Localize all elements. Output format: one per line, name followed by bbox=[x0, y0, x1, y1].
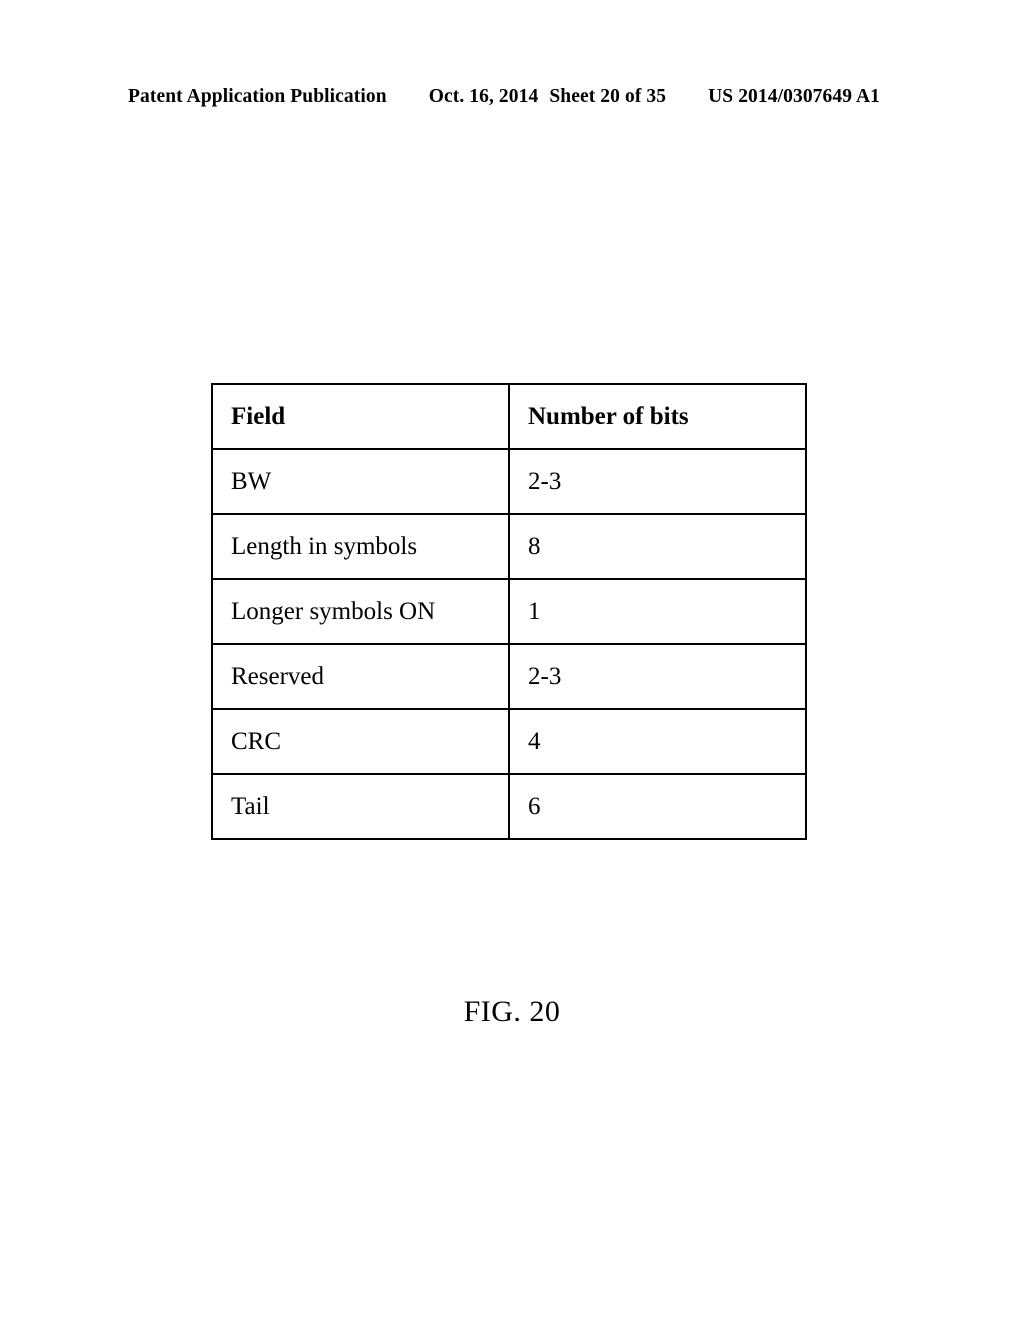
table-row: CRC 4 bbox=[211, 708, 807, 775]
cell-bits: 2-3 bbox=[508, 643, 807, 710]
publication-label: Patent Application Publication bbox=[128, 86, 387, 107]
cell-field: BW bbox=[211, 448, 510, 515]
table-row: Tail 6 bbox=[211, 773, 807, 840]
column-header-field: Field bbox=[211, 383, 510, 450]
field-bits-table: Field Number of bits BW 2-3 Length in sy… bbox=[211, 383, 807, 840]
cell-bits: 1 bbox=[508, 578, 807, 645]
cell-field: Reserved bbox=[211, 643, 510, 710]
figure-caption: FIG. 20 bbox=[463, 995, 561, 1028]
running-header: Patent Application Publication Oct. 16, … bbox=[128, 86, 896, 112]
patent-publication-number: US 2014/0307649 A1 bbox=[708, 86, 880, 107]
cell-field: CRC bbox=[211, 708, 510, 775]
publication-date: Oct. 16, 2014 bbox=[428, 86, 539, 107]
cell-field: Tail bbox=[211, 773, 510, 840]
table-row: BW 2-3 bbox=[211, 448, 807, 515]
cell-bits: 6 bbox=[508, 773, 807, 840]
cell-field: Length in symbols bbox=[211, 513, 510, 580]
table-header-row: Field Number of bits bbox=[211, 383, 807, 450]
table-row: Reserved 2-3 bbox=[211, 643, 807, 710]
cell-bits: 4 bbox=[508, 708, 807, 775]
patent-page: Patent Application Publication Oct. 16, … bbox=[0, 0, 1024, 1320]
cell-bits: 2-3 bbox=[508, 448, 807, 515]
column-header-number-of-bits: Number of bits bbox=[508, 383, 807, 450]
sheet-number: Sheet 20 of 35 bbox=[549, 86, 667, 107]
table-row: Length in symbols 8 bbox=[211, 513, 807, 580]
cell-bits: 8 bbox=[508, 513, 807, 580]
table-row: Longer symbols ON 1 bbox=[211, 578, 807, 645]
cell-field: Longer symbols ON bbox=[211, 578, 510, 645]
